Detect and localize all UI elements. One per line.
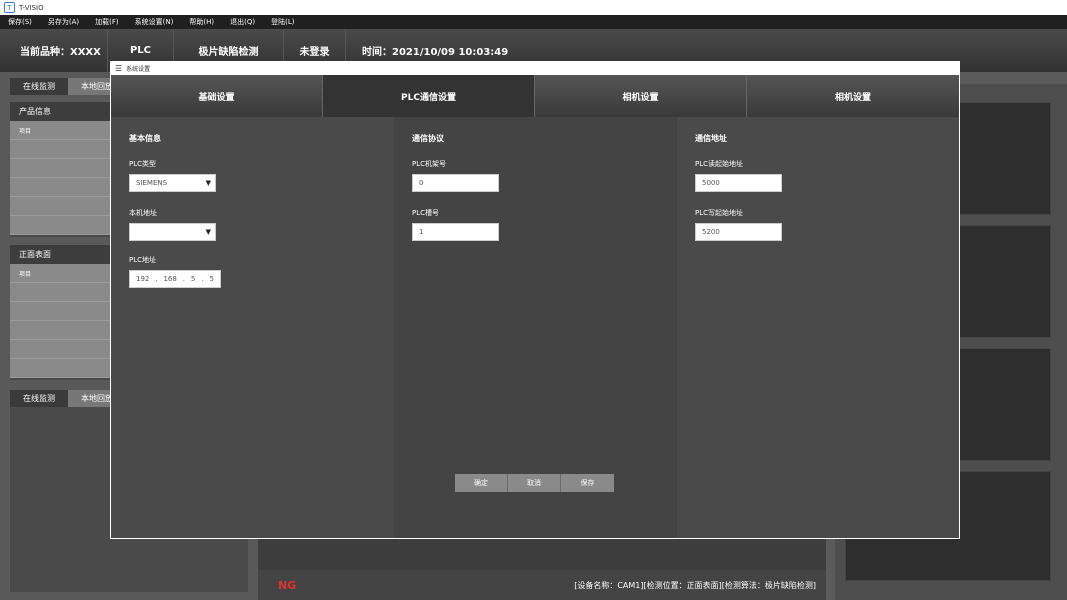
dropdown-arrow-icon: ▼ [205, 228, 211, 236]
cancel-button[interactable]: 取消 [508, 474, 561, 492]
window-title: T-VISIO [19, 3, 44, 12]
write-address-input[interactable]: 5200 [695, 223, 782, 241]
protocol-title: 通信协议 [412, 134, 444, 143]
ng-indicator: NG [278, 578, 297, 592]
ip-dot: . [155, 275, 158, 283]
save-button[interactable]: 保存 [561, 474, 614, 492]
local-address-label: 本机地址 [129, 209, 157, 217]
plc-ip-input[interactable]: 192 . 168 . 5 . 5 [129, 270, 221, 288]
plc-address-label: PLC地址 [129, 256, 157, 264]
system-settings-dialog: ☰ 系统设置 基础设置 PLC通信设置 相机设置 相机设置 基本信息 PLC类型… [110, 61, 960, 539]
tab-basic-settings[interactable]: 基础设置 [111, 75, 323, 117]
plc-type-label: PLC类型 [129, 160, 157, 168]
tab-online-monitor-bottom[interactable]: 在线监测 [10, 390, 68, 407]
tab-online-monitor[interactable]: 在线监测 [10, 78, 68, 95]
window-titlebar: T T-VISIO [0, 0, 1067, 15]
current-product: 当前品种：XXXX [0, 29, 108, 72]
ip-octet-2[interactable]: 168 [163, 275, 176, 283]
tab-camera-settings[interactable]: 相机设置 [535, 75, 747, 117]
ip-octet-1[interactable]: 192 [136, 275, 149, 283]
read-address-input[interactable]: 5000 [695, 174, 782, 192]
slot-label: PLC槽号 [412, 209, 440, 217]
slot-input[interactable]: 1 [412, 223, 499, 241]
menu-save[interactable]: 保存(S) [8, 17, 32, 27]
basic-info-title: 基本信息 [129, 134, 161, 143]
address-title: 通信地址 [695, 134, 727, 143]
menu-login[interactable]: 登陆(L) [271, 17, 294, 27]
ip-octet-4[interactable]: 5 [209, 275, 213, 283]
ip-octet-3[interactable]: 5 [191, 275, 195, 283]
device-info: [设备名称：CAM1][检测位置：正面表面][检测算法：极片缺陷检测] [574, 580, 816, 590]
ip-dot: . [182, 275, 185, 283]
ip-dot: . [201, 275, 204, 283]
rack-label: PLC机架号 [412, 160, 447, 168]
plc-type-value: SIEMENS [136, 179, 168, 187]
dialog-titlebar: ☰ 系统设置 [111, 62, 959, 75]
app-icon: T [4, 2, 15, 13]
dialog-buttons: 确定 取消 保存 [455, 474, 614, 492]
menu-system-settings[interactable]: 系统设置(N) [135, 17, 174, 27]
dialog-tabs: 基础设置 PLC通信设置 相机设置 相机设置 [111, 75, 959, 117]
dropdown-arrow-icon: ▼ [205, 179, 211, 187]
address-column: 通信地址 PLC读起始地址 5000 PLC写起始地址 5200 [677, 117, 959, 538]
settings-sliders-icon: ☰ [115, 64, 123, 73]
tab-plc-communication[interactable]: PLC通信设置 [323, 75, 535, 117]
local-address-select[interactable]: ▼ [129, 223, 216, 241]
basic-info-column: 基本信息 PLC类型 SIEMENS ▼ 本机地址 ▼ PLC地址 192 . … [111, 117, 394, 538]
menu-save-as[interactable]: 另存为(A) [48, 17, 79, 27]
dialog-title: 系统设置 [126, 66, 151, 73]
menu-load[interactable]: 加载(F) [95, 17, 119, 27]
write-address-label: PLC写起始地址 [695, 209, 744, 217]
plc-type-select[interactable]: SIEMENS ▼ [129, 174, 216, 192]
menu-help[interactable]: 帮助(H) [189, 17, 214, 27]
status-bar: NG [设备名称：CAM1][检测位置：正面表面][检测算法：极片缺陷检测] [258, 570, 826, 600]
menu-exit[interactable]: 退出(Q) [230, 17, 255, 27]
rack-input[interactable]: 0 [412, 174, 499, 192]
ok-button[interactable]: 确定 [455, 474, 508, 492]
menu-bar: 保存(S) 另存为(A) 加载(F) 系统设置(N) 帮助(H) 退出(Q) 登… [0, 15, 1067, 29]
read-address-label: PLC读起始地址 [695, 160, 744, 168]
tab-camera-settings-2[interactable]: 相机设置 [747, 75, 959, 117]
